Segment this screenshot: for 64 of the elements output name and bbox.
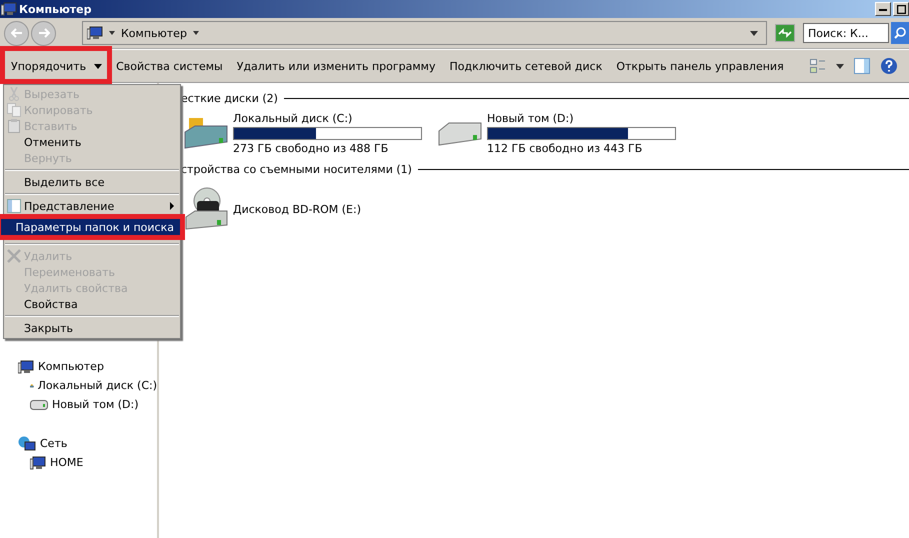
toolbar-button[interactable]: Открыть панель управления xyxy=(609,56,791,76)
caret-icon xyxy=(109,31,115,35)
computer-icon xyxy=(30,456,46,470)
group-header: есткие диски (2) xyxy=(181,92,278,104)
computer-icon xyxy=(18,360,34,374)
menu-item[interactable]: Параметры папок и поиска xyxy=(1,219,180,235)
toolbar-button[interactable]: Удалить или изменить программу xyxy=(230,56,442,76)
caret-icon xyxy=(94,64,102,68)
address-bar[interactable]: Компьютер xyxy=(82,21,767,45)
maximize-icon xyxy=(896,4,906,14)
breadcrumb: Компьютер xyxy=(121,26,187,40)
clipboard-icon xyxy=(8,119,20,133)
toolbar-button[interactable]: Подключить сетевой диск xyxy=(442,56,610,76)
window-title: Компьютер xyxy=(19,2,92,16)
dropdown-caret-icon xyxy=(750,30,758,36)
maximize-button[interactable] xyxy=(893,2,909,16)
search-button[interactable] xyxy=(891,22,909,44)
menu-item[interactable]: Представление xyxy=(4,198,180,214)
drive-name: Локальный диск (C:) xyxy=(233,112,354,125)
minimize-icon xyxy=(879,8,887,10)
menu-item[interactable]: Выделить все xyxy=(4,174,180,190)
drive-icon xyxy=(183,116,229,152)
group-header: стройства со съемными носителями (1) xyxy=(181,162,412,176)
refresh-icon xyxy=(778,28,792,38)
nav-item[interactable]: HOME xyxy=(0,453,157,472)
menu-item[interactable]: Закрыть xyxy=(4,320,180,336)
forward-button[interactable] xyxy=(31,20,56,46)
nav-item[interactable]: Локальный диск (C:) xyxy=(0,376,157,395)
menu-item[interactable]: Свойства xyxy=(4,296,180,312)
minimize-button[interactable] xyxy=(875,2,891,16)
refresh-button[interactable] xyxy=(775,24,795,42)
bd-drive-icon xyxy=(183,187,229,231)
free-space: 273 ГБ свободно из 488 ГБ xyxy=(233,142,390,155)
drive-item[interactable]: Новый том (D:) 112 ГБ свободно из 443 ГБ xyxy=(437,112,677,155)
menu-item[interactable]: Отменить xyxy=(4,134,180,150)
computer-icon xyxy=(1,2,17,16)
layout-icon xyxy=(7,199,21,213)
view-list-icon xyxy=(810,59,826,73)
nav-item[interactable]: Компьютер xyxy=(0,357,157,376)
toolbar-button[interactable]: Свойства системы xyxy=(109,56,230,76)
network-icon xyxy=(18,436,36,452)
help-icon xyxy=(880,57,898,75)
search-icon xyxy=(894,27,906,39)
drive-name: Новый том (D:) xyxy=(487,112,575,125)
organize-button[interactable]: Упорядочить xyxy=(4,56,110,76)
free-space: 112 ГБ свободно из 443 ГБ xyxy=(487,142,644,155)
drive-item[interactable]: Дисковод BD-ROM (E:) xyxy=(183,187,423,231)
delete-icon xyxy=(7,249,21,263)
drive-item[interactable]: Локальный диск (C:) 273 ГБ свободно из 488 ГБ xyxy=(183,112,423,155)
copy-icon xyxy=(7,103,21,117)
scissors-icon xyxy=(8,87,20,101)
back-arrow-icon xyxy=(10,28,22,38)
pane-icon xyxy=(854,58,870,74)
nav-item[interactable]: Новый том (D:) xyxy=(0,395,157,414)
caret-icon xyxy=(192,31,199,35)
nav-item[interactable]: Сеть xyxy=(0,434,157,453)
drive-icon xyxy=(30,400,48,410)
submenu-arrow-icon xyxy=(170,202,174,210)
computer-icon xyxy=(87,26,103,40)
back-button[interactable] xyxy=(4,20,29,46)
caret-icon xyxy=(836,64,844,68)
drive-name: Дисковод BD-ROM (E:) xyxy=(233,202,361,216)
search-field[interactable]: Поиск: К... xyxy=(803,23,889,43)
forward-arrow-icon xyxy=(38,28,50,38)
